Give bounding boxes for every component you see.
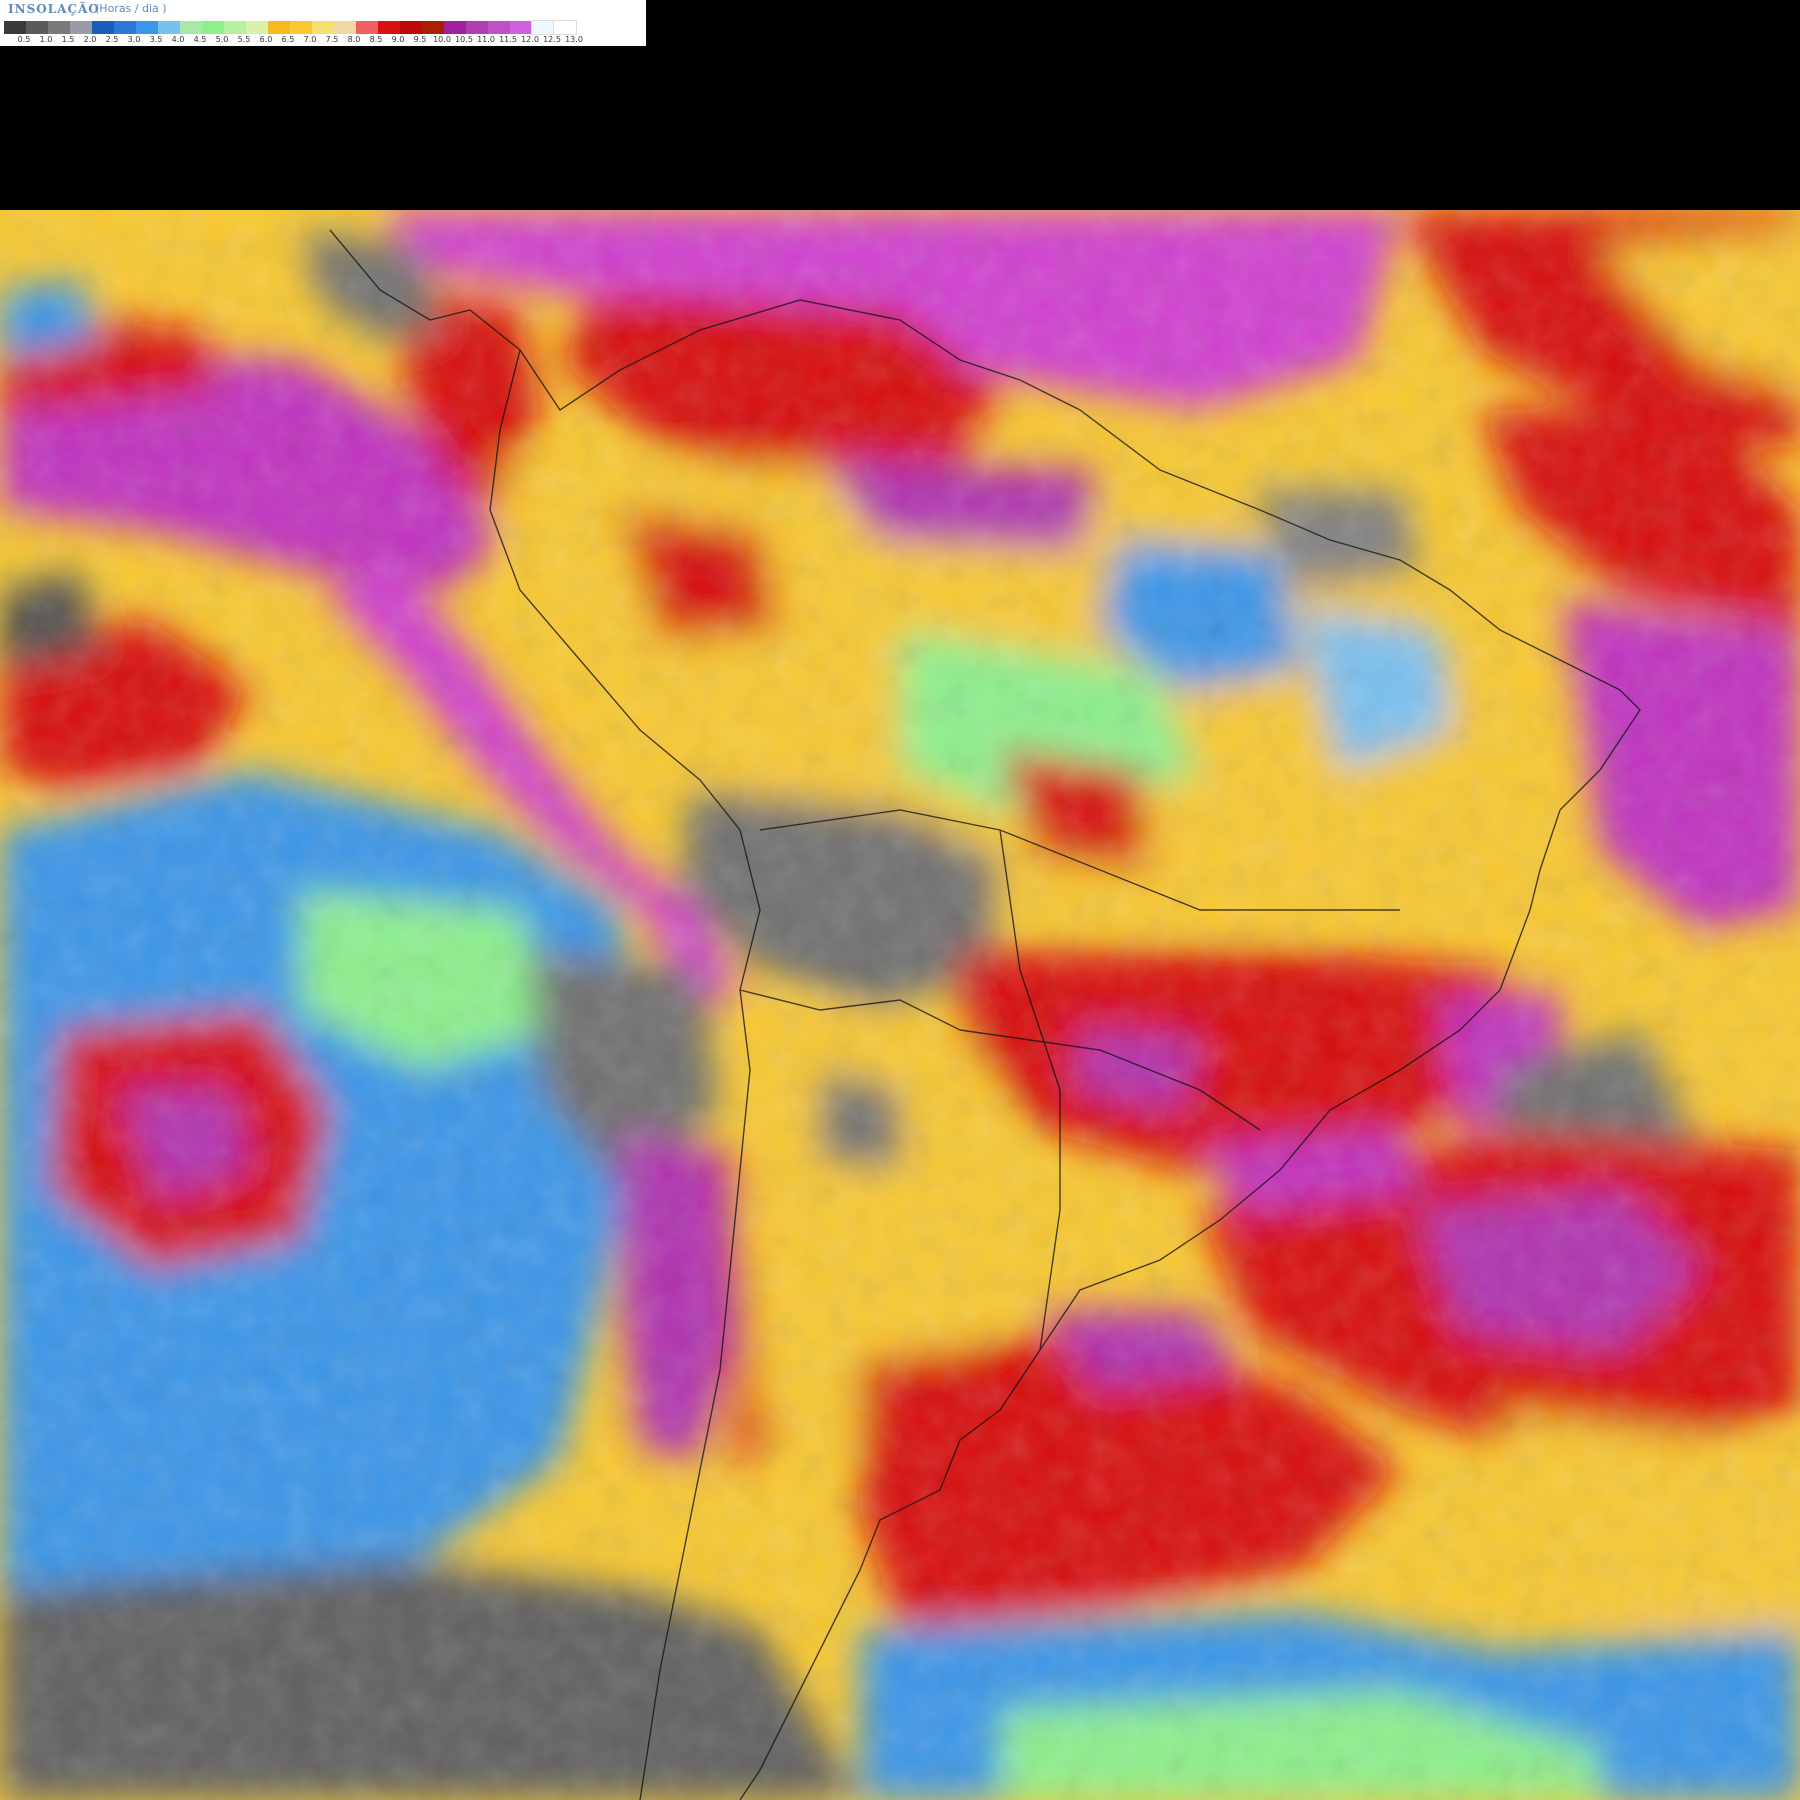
legend-tick: 5.5 [237, 35, 251, 44]
legend-ticks: 0.5 1.0 1.5 2.0 2.5 3.0 3.5 4.0 4.5 5.0 5.5 6.0 6.5 7… [4, 35, 644, 45]
legend-swatch [136, 21, 158, 34]
legend-tick: 10.0 [433, 35, 451, 44]
insolation-map [0, 210, 1800, 1800]
legend-swatch [246, 21, 268, 34]
legend-swatch [488, 21, 510, 34]
legend-tick: 3.5 [149, 35, 163, 44]
legend-tick: 10.5 [455, 35, 473, 44]
legend-swatch [378, 21, 400, 34]
legend-swatch [114, 21, 136, 34]
legend-swatch [400, 21, 422, 34]
legend-tick: 2.0 [83, 35, 97, 44]
legend-tick: 6.5 [281, 35, 295, 44]
legend-tick: 8.0 [347, 35, 361, 44]
legend-tick: 6.0 [259, 35, 273, 44]
legend-swatch [158, 21, 180, 34]
legend: INSOLAÇÃO (Horas / dia ) 0.5 1.0 1.5 2.0 2.5… [0, 0, 646, 46]
legend-swatch [180, 21, 202, 34]
legend-tick: 12.0 [521, 35, 539, 44]
legend-swatch [224, 21, 246, 34]
legend-swatch [334, 21, 356, 34]
legend-tick: 2.5 [105, 35, 119, 44]
legend-tick: 7.0 [303, 35, 317, 44]
legend-title: INSOLAÇÃO [8, 2, 100, 16]
legend-swatches [4, 20, 577, 35]
legend-swatch [92, 21, 114, 34]
legend-swatch [510, 21, 532, 34]
legend-tick: 5.0 [215, 35, 229, 44]
legend-swatch [26, 21, 48, 34]
legend-swatch [466, 21, 488, 34]
legend-tick: 12.5 [543, 35, 561, 44]
legend-swatch [356, 21, 378, 34]
legend-swatch [70, 21, 92, 34]
legend-tick: 1.0 [39, 35, 53, 44]
legend-tick: 13.0 [565, 35, 583, 44]
legend-swatch [4, 21, 26, 34]
legend-tick: 11.5 [499, 35, 517, 44]
legend-swatch [444, 21, 466, 34]
legend-tick: 9.5 [413, 35, 427, 44]
legend-tick: 4.5 [193, 35, 207, 44]
legend-swatch [553, 20, 577, 35]
legend-swatch [202, 21, 224, 34]
legend-tick: 1.5 [61, 35, 75, 44]
legend-tick: 3.0 [127, 35, 141, 44]
legend-tick: 0.5 [17, 35, 31, 44]
legend-tick: 11.0 [477, 35, 495, 44]
legend-swatch [48, 21, 70, 34]
legend-swatch [290, 21, 312, 34]
legend-swatch [312, 21, 334, 34]
legend-tick: 9.0 [391, 35, 405, 44]
legend-swatch [531, 20, 555, 35]
legend-swatch [268, 21, 290, 34]
legend-tick: 7.5 [325, 35, 339, 44]
legend-tick: 4.0 [171, 35, 185, 44]
legend-swatch [422, 21, 444, 34]
legend-tick: 8.5 [369, 35, 383, 44]
legend-unit: (Horas / dia ) [95, 2, 167, 15]
